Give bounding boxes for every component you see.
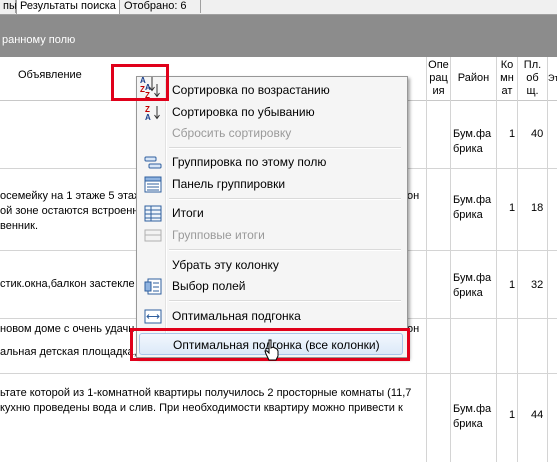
- menu-separator: [169, 198, 401, 200]
- cell-ad-line: новом доме с очень удачн: [0, 323, 135, 335]
- group-by-panel[interactable]: ранному полю: [0, 15, 557, 57]
- group-by-field-icon: [144, 156, 162, 169]
- column-header-operation[interactable]: Опе рация: [426, 57, 450, 100]
- menu-item-label: Выбор полей: [172, 279, 246, 293]
- column-header-ad-label: Объявление: [18, 69, 82, 81]
- menu-item-remove-column[interactable]: Убрать эту колонку: [139, 255, 403, 276]
- menu-item-label: Групповые итоги: [172, 228, 265, 242]
- column-header-district[interactable]: Район: [450, 57, 496, 100]
- column-header-district-label: Район: [457, 72, 490, 84]
- cell-ad-line: ьтате которой из 1-комнатной квартиры по…: [0, 387, 412, 399]
- menu-separator: [169, 249, 401, 251]
- menu-item-field-chooser[interactable]: Выбор полей: [139, 276, 403, 297]
- menu-item-group-totals[interactable]: Групповые итоги: [139, 225, 403, 246]
- cell-area: 18: [531, 202, 544, 214]
- menu-item-label: Оптимальная подгонка: [172, 309, 301, 323]
- svg-text:A: A: [140, 76, 146, 85]
- cell-rooms: 1: [509, 128, 516, 140]
- menu-item-sort-descending[interactable]: Z A Сортировка по убыванию: [139, 102, 403, 123]
- column-header-extra-label: Эт: [548, 73, 557, 83]
- menu-item-group-panel[interactable]: Панель группировки: [139, 174, 403, 195]
- tab-previous[interactable]: пы: [0, 0, 17, 13]
- hand-cursor-icon: [264, 339, 279, 361]
- cell-ad-line: осемейку на 1 этаже 5 этаж: [0, 190, 142, 202]
- menu-item-label: Сортировка по возрастанию: [172, 83, 330, 97]
- best-fit-icon: [144, 309, 162, 324]
- menu-item-best-fit[interactable]: Оптимальная подгонка: [139, 306, 403, 327]
- cell-ad-line: стик.окна,балкон застекле: [0, 278, 135, 290]
- group-totals-icon: [144, 229, 162, 242]
- menu-item-label: Сбросить сортировку: [172, 126, 292, 140]
- cell-ad-line: кухню проведены вода и слив. При необход…: [0, 402, 403, 414]
- menu-item-label: Итоги: [172, 206, 204, 220]
- menu-item-sort-ascending[interactable]: A Z Сортировка по возрастанию: [139, 80, 403, 101]
- column-header-area-label: Пл. об щ.: [523, 59, 542, 97]
- svg-text:Z: Z: [140, 85, 145, 94]
- column-header-rooms-label: Ко мн ат: [500, 59, 514, 97]
- table-row[interactable]: ьтате которой из 1-комнатной квартиры по…: [0, 374, 557, 462]
- column-header-area[interactable]: Пл. об щ.: [517, 57, 547, 100]
- cell-ad-line: ой зоне остаются встроенн: [0, 205, 139, 217]
- menu-item-totals[interactable]: Итоги: [139, 203, 403, 224]
- menu-item-reset-sort[interactable]: Сбросить сортировку: [139, 123, 403, 144]
- cell-area: 40: [531, 128, 544, 140]
- group-by-hint: ранному полю: [2, 34, 76, 46]
- column-header-rooms[interactable]: Ко мн ат: [496, 57, 517, 100]
- column-context-menu: A Z Сортировка по возрастанию Z A Сортир…: [136, 76, 408, 358]
- cell-district: Бум.фа брика: [453, 272, 492, 299]
- menu-item-label: Панель группировки: [172, 177, 286, 191]
- cell-district: Бум.фа брика: [453, 403, 492, 430]
- tab-bar: пы Результаты поиска Отобрано: 6: [0, 0, 557, 15]
- menu-separator: [169, 300, 401, 302]
- tab-selected[interactable]: Отобрано: 6: [121, 0, 201, 13]
- cell-area: 44: [531, 409, 544, 421]
- column-header-operation-label: Опе рация: [428, 59, 449, 97]
- column-header-ad[interactable]: Объявление: [0, 57, 110, 100]
- svg-text:A: A: [145, 113, 151, 121]
- cell-area: 32: [531, 279, 544, 291]
- sort-descending-icon: Z A: [145, 105, 160, 121]
- field-chooser-icon: [144, 278, 162, 295]
- totals-icon: [144, 205, 162, 222]
- cell-district: Бум.фа брика: [453, 128, 492, 155]
- menu-item-group-by-field[interactable]: Группировка по этому полю: [139, 152, 403, 173]
- column-sort-icon[interactable]: A Z: [139, 74, 157, 94]
- menu-item-label: Группировка по этому полю: [172, 155, 327, 169]
- cell-ad-line: венник.: [0, 220, 39, 232]
- cell-rooms: 1: [509, 409, 516, 421]
- menu-item-label: Убрать эту колонку: [172, 258, 279, 272]
- tab-search-results[interactable]: Результаты поиска: [16, 0, 120, 14]
- menu-separator: [169, 147, 401, 149]
- column-header-extra[interactable]: Эт: [547, 57, 557, 100]
- menu-item-label: Сортировка по убыванию: [172, 105, 315, 119]
- cell-ad-tail: он: [407, 190, 420, 202]
- group-panel-icon: [144, 176, 162, 193]
- cell-rooms: 1: [509, 279, 516, 291]
- cell-rooms: 1: [509, 202, 516, 214]
- cell-district: Бум.фа брика: [453, 194, 492, 221]
